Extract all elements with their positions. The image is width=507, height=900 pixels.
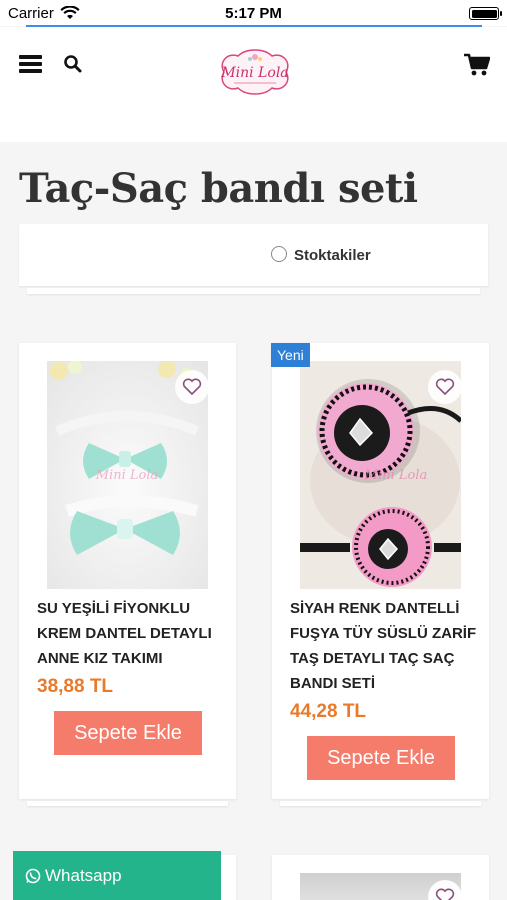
product-card[interactable] xyxy=(272,855,489,900)
product-card[interactable]: Mini Lola SU YEŞİLİ FİYONKLU KREM DANTEL… xyxy=(19,343,236,799)
product-name[interactable]: SU YEŞİLİ FİYONKLU KREM DANTEL DETAYLI A… xyxy=(37,596,227,671)
status-bar: Carrier 5:17 PM xyxy=(0,0,507,26)
site-logo[interactable]: Mini Lola xyxy=(216,48,294,96)
stock-filter-label[interactable]: Stoktakiler xyxy=(294,247,371,264)
filter-panel: Stoktakiler xyxy=(19,224,488,286)
svg-text:Mini Lola: Mini Lola xyxy=(220,65,288,81)
favorite-heart-icon[interactable] xyxy=(428,370,462,404)
new-badge: Yeni xyxy=(271,343,310,367)
product-price: 44,28 TL xyxy=(290,701,367,722)
svg-text:Mini Lola: Mini Lola xyxy=(364,468,428,483)
product-card[interactable]: Mini Lola SİYAH RENK DANTELLİ FUŞYA TÜY … xyxy=(272,343,489,799)
battery-icon xyxy=(469,7,502,20)
product-name[interactable]: SİYAH RENK DANTELLİ FUŞYA TÜY SÜSLÜ ZARİ… xyxy=(290,596,480,696)
page-title: Taç-Saç bandı seti xyxy=(19,165,418,212)
hamburger-icon[interactable] xyxy=(19,55,42,73)
cart-icon[interactable] xyxy=(464,53,490,77)
favorite-heart-icon[interactable] xyxy=(175,370,209,404)
add-to-cart-button[interactable]: Sepete Ekle xyxy=(54,711,202,755)
svg-text:Mini Lola: Mini Lola xyxy=(95,468,159,483)
filter-panel-shadow xyxy=(27,288,480,294)
search-icon[interactable] xyxy=(63,54,83,74)
stock-filter-checkbox[interactable] xyxy=(271,246,287,262)
card-shadow xyxy=(280,801,481,806)
whatsapp-label: Whatsapp xyxy=(45,866,122,885)
card-shadow xyxy=(27,801,228,806)
status-time: 5:17 PM xyxy=(225,5,282,22)
product-price: 38,88 TL xyxy=(37,676,114,697)
whatsapp-icon xyxy=(25,868,41,884)
add-to-cart-button[interactable]: Sepete Ekle xyxy=(307,736,455,780)
site-header: Mini Lola xyxy=(0,27,507,142)
whatsapp-button[interactable]: Whatsapp xyxy=(13,851,221,900)
